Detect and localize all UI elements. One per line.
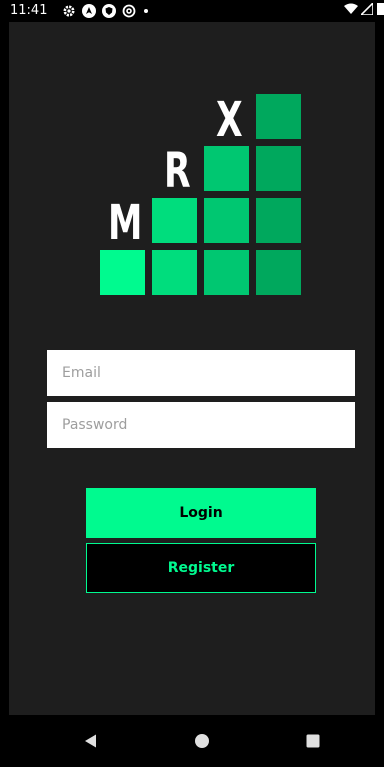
signal-icon	[359, 0, 374, 22]
battery-icon	[376, 0, 384, 22]
logo-square	[256, 146, 301, 191]
status-time: 11:41	[10, 3, 48, 18]
logo-square	[152, 250, 197, 295]
shield-icon	[102, 4, 116, 18]
password-field[interactable]	[47, 402, 355, 448]
home-icon[interactable]	[192, 731, 212, 751]
logo-square	[204, 198, 249, 243]
logo-square	[152, 198, 197, 243]
notification-dot-icon	[142, 4, 150, 18]
status-system-icons	[344, 0, 384, 22]
status-notification-icons	[62, 0, 150, 22]
logo-square	[204, 250, 249, 295]
phone-screen: 11:41 X R M Email Login Register	[0, 0, 384, 767]
logo-letter-x: X	[216, 92, 243, 148]
mrx-logo: X R M	[100, 94, 301, 295]
logo-square	[256, 198, 301, 243]
recents-icon[interactable]	[303, 731, 323, 751]
register-button[interactable]: Register	[86, 543, 316, 593]
at-sign-icon	[122, 4, 136, 18]
logo-letter-m: M	[108, 195, 143, 251]
logo-square	[256, 94, 301, 139]
login-screen: X R M Login Register	[9, 22, 375, 715]
wifi-icon	[344, 0, 358, 22]
logo-square	[204, 146, 249, 191]
settings-gear-icon	[62, 4, 76, 18]
register-button-label: Register	[167, 560, 235, 576]
logo-square	[100, 250, 145, 295]
system-navigation-bar	[9, 715, 375, 767]
back-icon[interactable]	[81, 731, 101, 751]
email-field[interactable]	[47, 350, 355, 396]
login-button[interactable]: Login	[86, 488, 316, 538]
navigation-app-icon	[82, 4, 96, 18]
login-button-label: Login	[179, 505, 223, 521]
logo-square	[256, 250, 301, 295]
logo-letter-r: R	[164, 143, 191, 199]
status-bar: 11:41	[0, 0, 384, 22]
